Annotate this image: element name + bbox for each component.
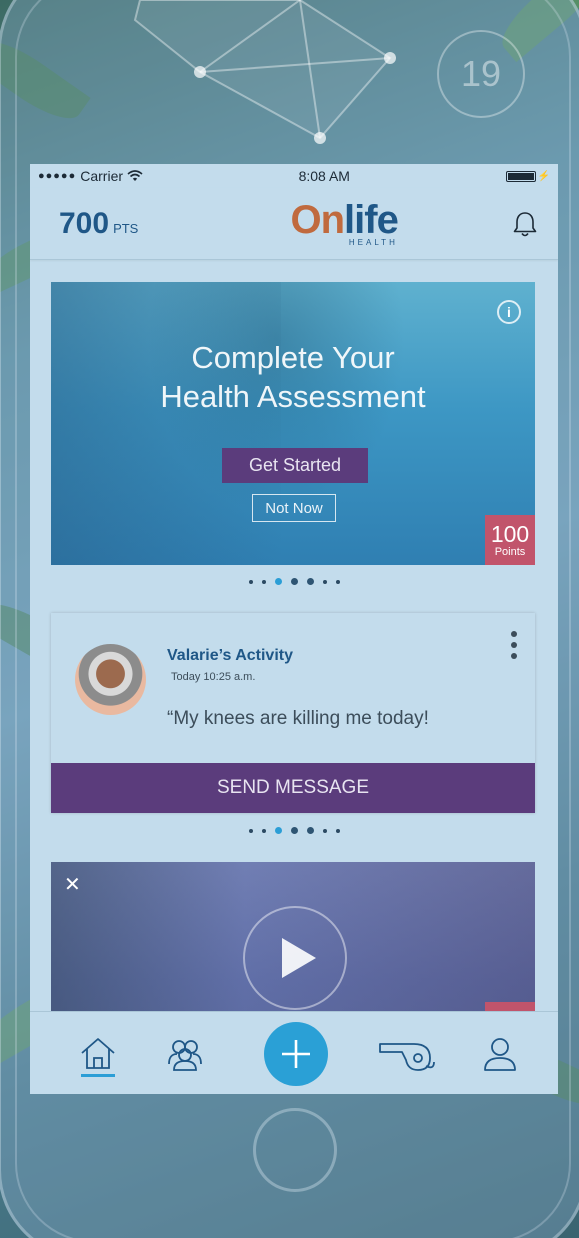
notification-bell-icon[interactable] <box>512 210 538 238</box>
home-icon <box>81 1038 115 1069</box>
decorative-number-circle: 19 <box>437 30 525 118</box>
status-left: ●●●●● Carrier <box>38 168 143 184</box>
pager-dot[interactable] <box>335 828 340 833</box>
close-icon[interactable]: ✕ <box>64 872 81 897</box>
status-bar: ●●●●● Carrier 8:08 AM ⚡ <box>30 164 558 188</box>
points-label: PTS <box>113 220 139 236</box>
tab-profile[interactable] <box>480 1034 520 1074</box>
tab-community[interactable] <box>165 1034 205 1074</box>
active-tab-indicator <box>81 1074 115 1077</box>
health-assessment-card[interactable]: i Complete Your Health Assessment Get St… <box>51 282 535 565</box>
carousel-pager[interactable] <box>30 578 558 585</box>
coach-whistle-icon <box>379 1043 435 1071</box>
pager-dot[interactable] <box>290 827 298 834</box>
status-time: 8:08 AM <box>298 168 350 184</box>
pager-dot-active[interactable] <box>274 578 282 585</box>
points-display[interactable]: 700 PTS <box>59 207 138 241</box>
logo-wordmark: Onlife <box>290 198 399 242</box>
plus-icon <box>282 1040 310 1068</box>
community-icon <box>168 1040 202 1071</box>
activity-quote: “My knees are killing me today! <box>167 708 429 729</box>
pager-dot[interactable] <box>306 827 314 834</box>
carrier-label: Carrier <box>80 168 124 184</box>
card-background-photo <box>111 282 411 565</box>
logo-subtitle: HEALTH <box>348 238 398 247</box>
app-header: 700 PTS Onlife HEALTH <box>30 188 558 260</box>
activity-card[interactable]: Valarie’s Activity Today 10:25 a.m. “My … <box>51 613 535 813</box>
pager-dot[interactable] <box>335 579 340 584</box>
phone-home-button <box>253 1108 337 1192</box>
profile-icon <box>484 1038 516 1071</box>
not-now-button[interactable]: Not Now <box>252 494 336 522</box>
card-title: Complete Your Health Assessment <box>160 340 426 414</box>
status-right: ⚡ <box>505 170 550 182</box>
wifi-icon <box>127 170 143 181</box>
app-screen: ●●●●● Carrier 8:08 AM ⚡ 700 PTS Onlife H… <box>30 164 558 1094</box>
pager-dot[interactable] <box>248 828 253 833</box>
tab-home[interactable] <box>78 1034 118 1074</box>
avatar[interactable] <box>75 644 146 715</box>
tab-coach[interactable] <box>376 1034 438 1074</box>
activity-title[interactable]: Valarie’s Activity <box>167 647 293 665</box>
pager-dot[interactable] <box>322 828 327 833</box>
pager-dot[interactable] <box>290 578 298 585</box>
pager-dot[interactable] <box>322 579 327 584</box>
add-button[interactable] <box>264 1022 328 1086</box>
more-options-icon[interactable] <box>511 631 519 659</box>
info-icon[interactable]: i <box>497 300 521 324</box>
carousel-pager[interactable] <box>30 827 558 834</box>
battery-icon <box>505 170 536 182</box>
play-icon <box>282 938 316 978</box>
pager-dot[interactable] <box>306 578 314 585</box>
send-message-button[interactable]: SEND MESSAGE <box>51 763 535 813</box>
charging-icon: ⚡ <box>537 170 550 182</box>
signal-dots-icon: ●●●●● <box>38 170 77 182</box>
pager-dot[interactable] <box>261 579 266 584</box>
pager-dot[interactable] <box>261 828 266 833</box>
play-button[interactable] <box>243 906 347 1010</box>
onlife-logo: Onlife HEALTH <box>290 198 399 247</box>
pager-dot[interactable] <box>248 579 253 584</box>
pager-dot-active[interactable] <box>274 827 282 834</box>
points-badge: 100 Points <box>485 515 535 565</box>
get-started-button[interactable]: Get Started <box>222 448 368 483</box>
activity-timestamp: Today 10:25 a.m. <box>171 671 256 683</box>
points-value: 700 <box>59 206 110 240</box>
bottom-tab-bar <box>30 1011 558 1094</box>
